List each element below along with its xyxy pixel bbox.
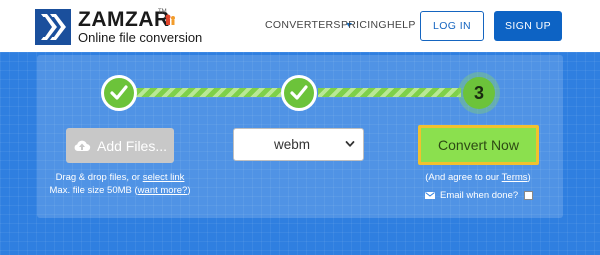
agree-prefix: (And agree to our — [425, 172, 502, 183]
convert-highlight: Convert Now — [418, 125, 539, 165]
zamzar-arrows-icon — [35, 9, 71, 45]
nav-converters[interactable]: CONVERTERS — [265, 19, 352, 31]
brand-name: ZAMZAR — [78, 8, 170, 31]
brand-tagline: Online file conversion — [78, 30, 203, 45]
email-label: Email when done? — [440, 189, 519, 201]
want-more-link[interactable]: want more? — [138, 185, 188, 196]
progress-line-2 — [318, 88, 461, 97]
step-3-current: 3 — [458, 72, 500, 114]
add-files-label: Add Files... — [96, 137, 168, 154]
add-files-button[interactable]: Add Files... — [66, 128, 174, 163]
mascot-icon — [165, 14, 175, 25]
step-1-complete — [101, 75, 137, 111]
signup-button[interactable]: SIGN UP — [494, 11, 562, 41]
drag-drop-hint: Drag & drop files, or select link — [37, 172, 203, 184]
max-size-hint: Max. file size 50MB (want more?) — [37, 185, 203, 197]
checkmark-icon — [110, 85, 128, 100]
zamzar-logo[interactable]: ZAMZAR TM Online file conversion — [35, 7, 205, 47]
cloud-upload-icon — [73, 139, 91, 153]
step-3-number: 3 — [463, 77, 495, 109]
email-when-done: Email when done? — [425, 189, 534, 201]
email-checkbox[interactable] — [524, 190, 534, 200]
max-size-text: Max. file size 50MB ( — [49, 185, 138, 196]
checkmark-icon — [290, 85, 308, 100]
converter-hero: 3 Add Files... Drag & drop files, or sel… — [0, 52, 600, 255]
drag-drop-text: Drag & drop files, or — [55, 172, 143, 183]
envelope-icon — [425, 191, 435, 199]
nav-pricing[interactable]: PRICING — [341, 19, 387, 31]
terms-agreement: (And agree to our Terms) — [408, 172, 548, 183]
terms-link[interactable]: Terms — [502, 172, 528, 183]
output-format-select[interactable]: webm — [233, 128, 364, 161]
agree-suffix: ) — [527, 172, 531, 183]
site-header: ZAMZAR TM Online file conversion CONVERT… — [0, 0, 600, 52]
chevron-down-icon — [345, 141, 355, 147]
select-link[interactable]: select link — [143, 172, 185, 183]
step-2-complete — [281, 75, 317, 111]
converter-panel: 3 Add Files... Drag & drop files, or sel… — [37, 55, 563, 218]
nav-help[interactable]: HELP — [387, 19, 416, 31]
login-button[interactable]: LOG IN — [420, 11, 484, 41]
convert-now-button[interactable]: Convert Now — [421, 128, 536, 162]
progress-line-1 — [125, 88, 281, 97]
max-size-close: ) — [187, 185, 191, 196]
nav-converters-label: CONVERTERS — [265, 19, 341, 31]
selected-format: webm — [273, 137, 310, 152]
